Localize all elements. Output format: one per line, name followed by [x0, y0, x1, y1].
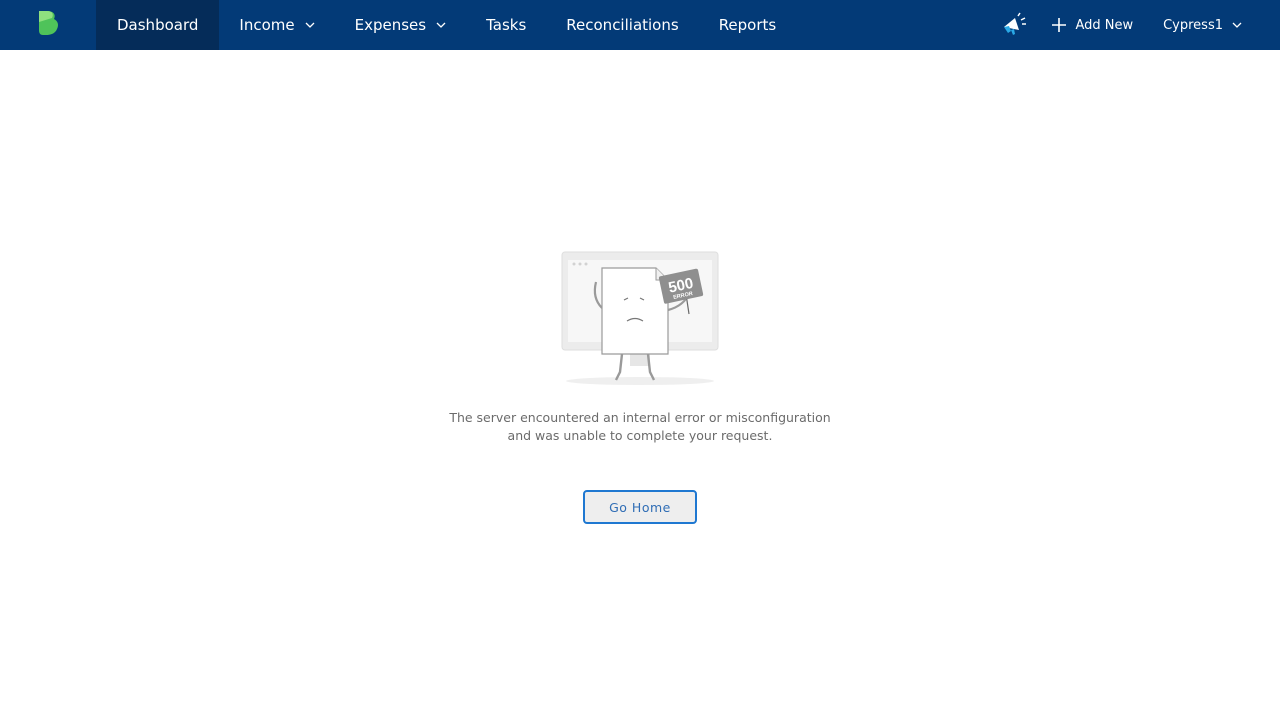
- top-navigation-bar: Dashboard Income Expenses Tasks Reconcil…: [0, 0, 1280, 50]
- error-message-line-1: The server encountered an internal error…: [449, 410, 831, 425]
- megaphone-icon[interactable]: [999, 10, 1029, 40]
- chevron-down-icon: [1232, 22, 1242, 28]
- add-new-label: Add New: [1075, 17, 1134, 33]
- brand-b-logo-icon: [37, 10, 59, 40]
- nav-income-label: Income: [239, 16, 295, 34]
- nav-dashboard-label: Dashboard: [117, 16, 199, 34]
- error-message-line-2: and was unable to complete your request.: [507, 428, 773, 443]
- add-new-button[interactable]: Add New: [1052, 18, 1133, 33]
- brand-logo[interactable]: [0, 0, 96, 50]
- nav-tasks[interactable]: Tasks: [466, 0, 546, 50]
- nav-expenses-label: Expenses: [354, 16, 427, 34]
- user-menu[interactable]: Cypress1: [1163, 18, 1242, 33]
- chevron-down-icon: [305, 22, 315, 28]
- nav-reconciliations[interactable]: Reconciliations: [546, 0, 698, 50]
- nav-reports[interactable]: Reports: [699, 0, 797, 50]
- nav-tasks-label: Tasks: [486, 16, 527, 34]
- header-actions: Add New Cypress1: [999, 0, 1280, 50]
- server-error-illustration: 500 ERROR: [560, 248, 720, 388]
- nav-income[interactable]: Income: [219, 0, 334, 50]
- error-message: The server encountered an internal error…: [440, 409, 840, 445]
- user-name: Cypress1: [1163, 17, 1223, 33]
- chevron-down-icon: [436, 22, 446, 28]
- nav-dashboard[interactable]: Dashboard: [96, 0, 220, 50]
- nav-reports-label: Reports: [718, 16, 777, 34]
- nav-reconciliations-label: Reconciliations: [566, 16, 679, 34]
- go-home-button[interactable]: Go Home: [583, 490, 697, 524]
- nav-expenses[interactable]: Expenses: [335, 0, 466, 50]
- main-nav: Dashboard Income Expenses Tasks Reconcil…: [96, 0, 796, 50]
- plus-icon: [1052, 18, 1067, 32]
